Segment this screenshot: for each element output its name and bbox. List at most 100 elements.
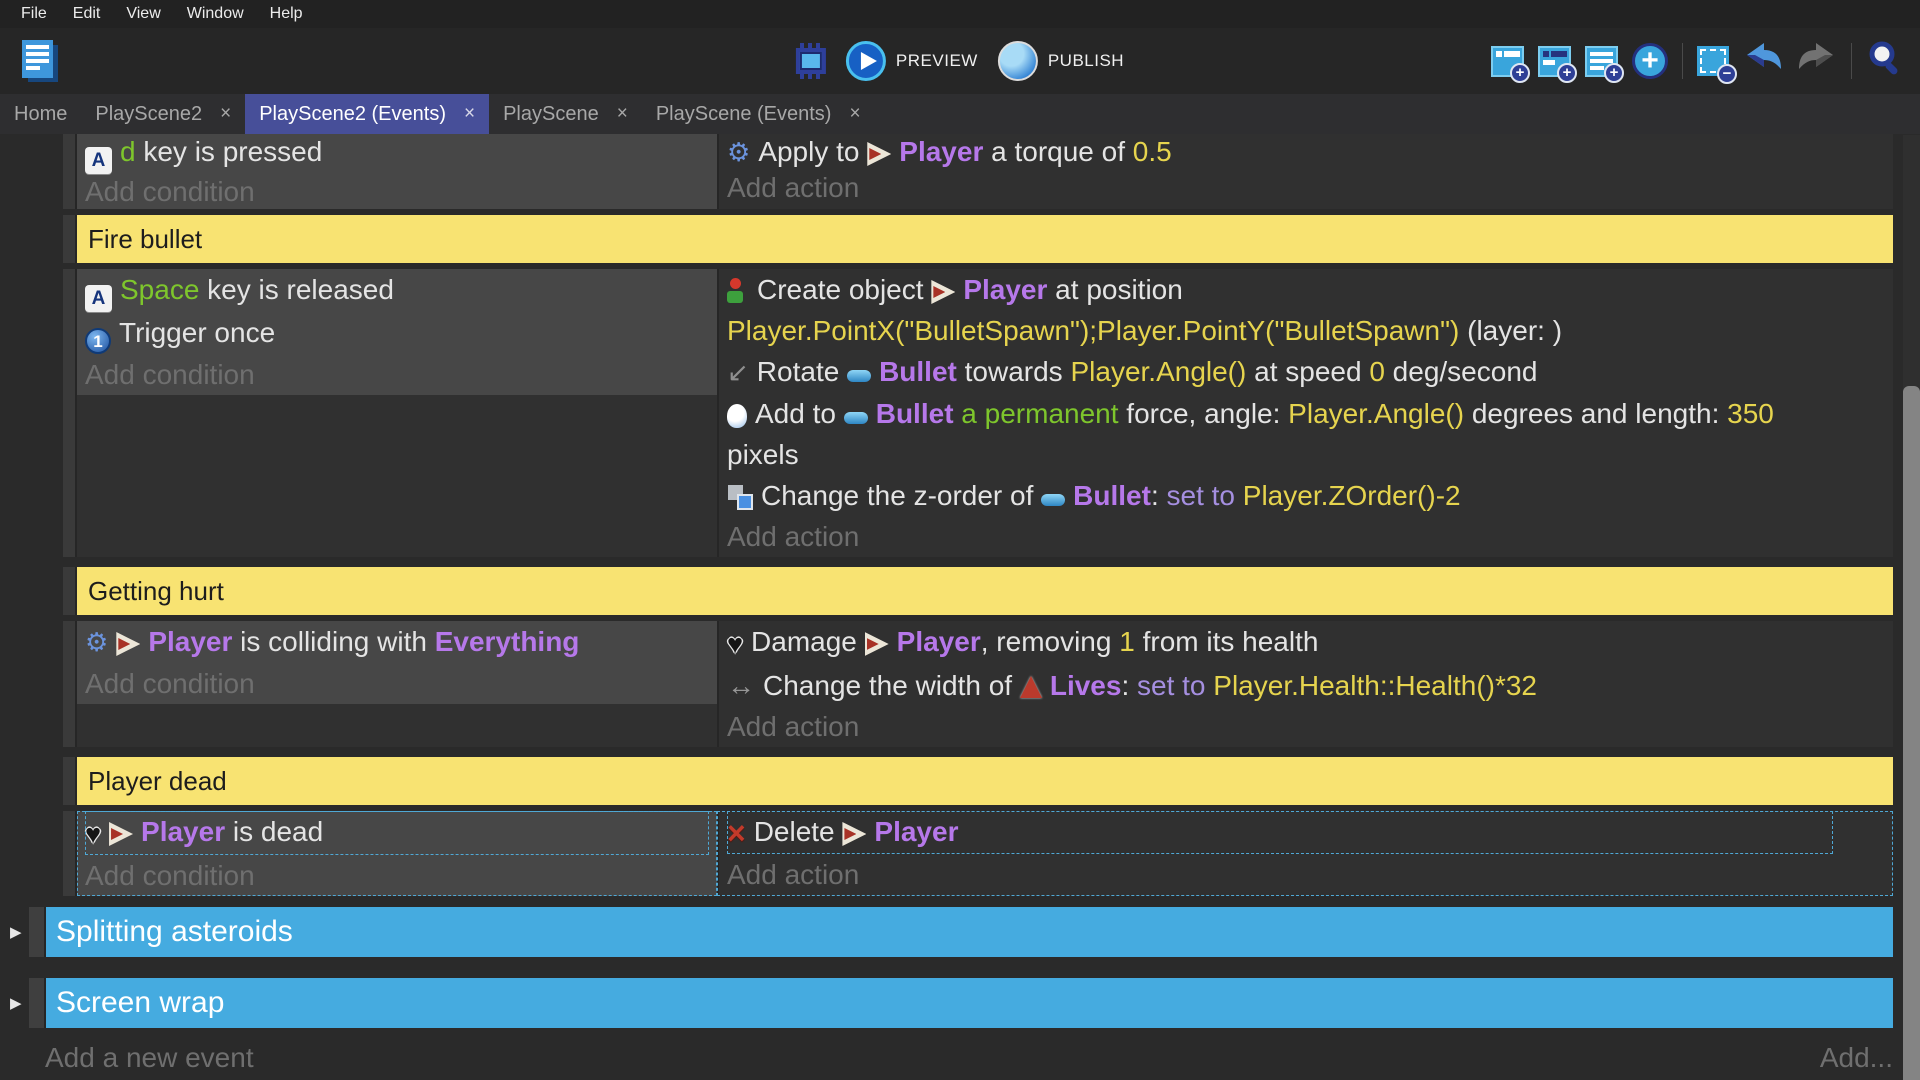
event-drag-handle — [63, 567, 77, 615]
add-condition-button[interactable]: Add condition — [85, 663, 709, 704]
sheet-footer: Add a new event Add... — [45, 1028, 1893, 1080]
comment-row: Fire bullet — [63, 215, 1893, 263]
add-new-event-button[interactable]: Add a new event — [45, 1042, 254, 1074]
keyboard-icon: A — [85, 285, 112, 312]
force-icon — [727, 404, 747, 428]
preview-button[interactable]: PREVIEW — [846, 41, 978, 81]
preview-label: PREVIEW — [896, 51, 978, 71]
add-condition-button[interactable]: Add condition — [85, 855, 709, 896]
event-drag-handle — [63, 621, 77, 747]
menu-edit[interactable]: Edit — [60, 5, 114, 23]
collapse-arrow-icon[interactable]: ▶ — [10, 978, 29, 1028]
debugger-icon[interactable] — [796, 48, 826, 74]
event-row: Ad key is pressed Add condition ⚙Apply t… — [63, 134, 1893, 209]
add-more-button[interactable]: Add... — [1820, 1042, 1893, 1074]
event-drag-handle — [63, 134, 77, 209]
group-label: Splitting asteroids — [56, 915, 293, 949]
menu-view[interactable]: View — [113, 5, 173, 23]
player-ship-icon — [931, 280, 955, 304]
event-drag-handle — [63, 215, 77, 263]
comment-bar[interactable]: Fire bullet — [77, 215, 1893, 263]
add-external-events-icon[interactable] — [1585, 46, 1618, 77]
action-item[interactable]: ⚙Apply to Player a torque of 0.5 — [727, 134, 1833, 170]
search-icon[interactable] — [1866, 39, 1906, 84]
deselect-icon[interactable] — [1697, 46, 1729, 76]
player-ship-icon — [109, 822, 133, 846]
condition-item[interactable]: ♥Player is dead — [85, 811, 709, 855]
group-bar[interactable]: Splitting asteroids — [46, 907, 1893, 957]
player-ship-icon — [116, 632, 140, 656]
collapse-arrow-icon[interactable]: ▶ — [10, 907, 29, 957]
redo-icon[interactable] — [1797, 39, 1837, 84]
condition-item[interactable]: Ad key is pressed — [85, 134, 709, 174]
add-scene-icon[interactable] — [1491, 46, 1524, 77]
main-toolbar: PREVIEW PUBLISH — [0, 28, 1920, 94]
close-icon[interactable]: × — [849, 103, 860, 125]
rotate-icon: ↙ — [727, 352, 749, 393]
create-object-icon — [727, 278, 749, 304]
bullet-icon — [844, 412, 868, 424]
tab-playscene2[interactable]: PlayScene2 × — [81, 94, 245, 134]
tab-bar: Home PlayScene2 × PlayScene2 (Events) × … — [0, 94, 1920, 134]
tab-playscene2-events[interactable]: PlayScene2 (Events) × — [245, 94, 489, 134]
tab-playscene[interactable]: PlayScene × — [489, 94, 642, 134]
group-bar[interactable]: Screen wrap — [46, 978, 1893, 1028]
close-icon[interactable]: × — [220, 103, 231, 125]
player-ship-icon — [842, 822, 866, 846]
menu-window[interactable]: Window — [174, 5, 257, 23]
event-row: ⚙Player is colliding with Everything Add… — [63, 621, 1893, 747]
undo-icon[interactable] — [1743, 39, 1783, 84]
project-manager-icon[interactable] — [22, 40, 58, 82]
action-item[interactable]: ♥Damage Player, removing 1 from its heal… — [727, 621, 1833, 665]
publish-button[interactable]: PUBLISH — [998, 41, 1124, 81]
event-drag-handle — [63, 811, 77, 896]
toolbar-divider — [1682, 43, 1683, 79]
trigger-once-icon: 1 — [85, 328, 111, 354]
condition-item[interactable]: 1Trigger once — [85, 312, 709, 354]
event-drag-handle — [29, 978, 46, 1028]
action-item[interactable]: Add to Bullet a permanent force, angle: … — [727, 393, 1833, 475]
close-icon[interactable]: × — [464, 103, 475, 125]
comment-row: Getting hurt — [63, 567, 1893, 615]
physics-gear-icon: ⚙ — [85, 622, 108, 663]
add-action-button[interactable]: Add action — [727, 706, 1833, 747]
close-icon[interactable]: × — [617, 103, 628, 125]
menu-help[interactable]: Help — [257, 5, 316, 23]
toolbar-divider — [1851, 43, 1852, 79]
action-item[interactable]: ×Delete Player — [727, 811, 1833, 854]
tab-home[interactable]: Home — [0, 94, 81, 134]
event-group: ▶ Splitting asteroids — [0, 907, 1893, 957]
condition-item[interactable]: ⚙Player is colliding with Everything — [85, 621, 709, 663]
menu-bar: File Edit View Window Help — [0, 0, 1920, 28]
add-condition-button[interactable]: Add condition — [85, 354, 709, 395]
bullet-icon — [1041, 494, 1065, 506]
add-external-layout-icon[interactable] — [1538, 46, 1571, 77]
action-item[interactable]: ↔Change the width of Lives: set to Playe… — [727, 665, 1833, 706]
event-drag-handle — [63, 269, 77, 557]
player-ship-icon — [865, 632, 889, 656]
condition-item[interactable]: ASpace key is released — [85, 269, 709, 312]
add-action-button[interactable]: Add action — [727, 170, 1833, 205]
comment-bar[interactable]: Getting hurt — [77, 567, 1893, 615]
event-row-selected: ♥Player is dead Add condition ×Delete Pl… — [63, 811, 1893, 896]
width-icon: ↔ — [727, 665, 755, 706]
event-drag-handle — [29, 907, 46, 957]
add-action-button[interactable]: Add action — [727, 854, 1833, 895]
player-ship-icon — [867, 142, 891, 166]
add-condition-button[interactable]: Add condition — [85, 174, 709, 209]
add-action-button[interactable]: Add action — [727, 516, 1833, 557]
event-group: ▶ Screen wrap — [0, 978, 1893, 1028]
action-item[interactable]: Change the z-order of Bullet: set to Pla… — [727, 475, 1833, 516]
heart-icon: ♥ — [85, 814, 101, 855]
group-label: Screen wrap — [56, 986, 224, 1020]
action-item[interactable]: ↙Rotate Bullet towards Player.Angle() at… — [727, 351, 1833, 393]
comment-bar[interactable]: Player dead — [77, 757, 1893, 805]
add-plus-circle-icon[interactable] — [1632, 43, 1668, 79]
scrollbar-thumb[interactable] — [1903, 386, 1920, 1080]
globe-icon — [998, 41, 1038, 81]
tab-playscene-events[interactable]: PlayScene (Events) × — [642, 94, 875, 134]
heart-icon: ♥ — [727, 624, 743, 665]
menu-file[interactable]: File — [8, 5, 60, 23]
action-item[interactable]: Create object Player at position Player.… — [727, 269, 1833, 351]
keyboard-icon: A — [85, 147, 112, 174]
